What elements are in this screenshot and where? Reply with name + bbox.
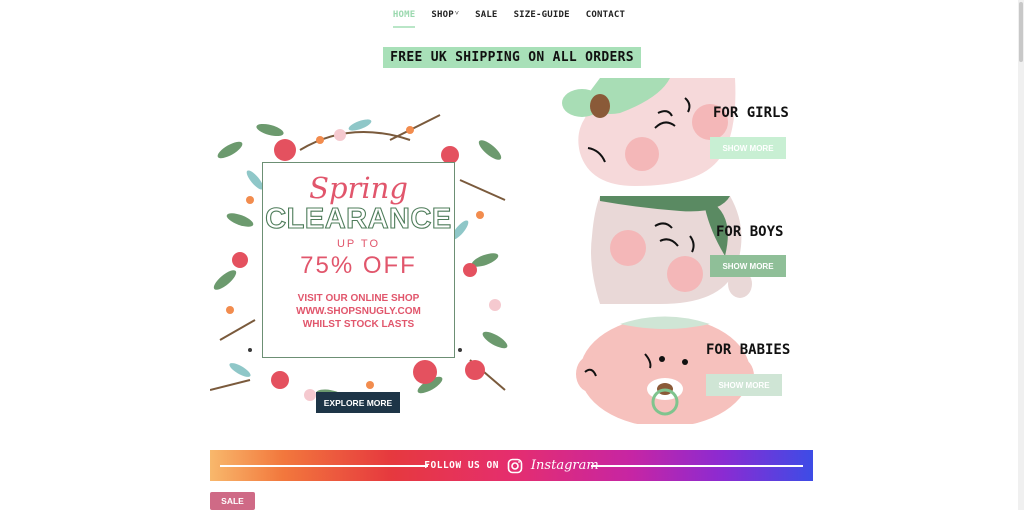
babies-show-more-button[interactable]: SHOW MORE xyxy=(706,374,782,396)
category-boys[interactable]: FOR BOYS SHOW MORE xyxy=(560,196,800,306)
shipping-banner: FREE UK SHIPPING ON ALL ORDERS xyxy=(383,47,641,68)
category-boys-title: FOR BOYS xyxy=(716,224,784,240)
instagram-wordmark: Instagram xyxy=(530,458,599,473)
divider-line xyxy=(220,465,428,467)
nav-item-sale[interactable]: SALE xyxy=(475,10,497,28)
boys-show-more-button[interactable]: SHOW MORE xyxy=(710,255,786,277)
boy-face-illustration xyxy=(591,196,752,304)
nav-item-size-guide[interactable]: SIZE-GUIDE xyxy=(514,10,570,28)
girls-show-more-button[interactable]: SHOW MORE xyxy=(710,137,786,159)
main-nav: HOME SHOP˅ SALE SIZE-GUIDE CONTACT xyxy=(0,9,1018,28)
baby-face-illustration xyxy=(576,316,754,424)
scrollbar[interactable] xyxy=(1018,0,1024,510)
instagram-cta: FOLLOW US ON Instagram xyxy=(424,458,598,474)
promo-discount: 75% OFF xyxy=(300,252,417,279)
nav-item-shop-label: SHOP xyxy=(431,10,454,20)
nav-item-shop[interactable]: SHOP˅ xyxy=(431,9,460,28)
scrollbar-thumb[interactable] xyxy=(1019,2,1023,62)
category-girls[interactable]: FOR GIRLS SHOW MORE xyxy=(560,78,800,188)
shipping-text: FREE UK SHIPPING ON ALL ORDERS xyxy=(390,50,634,65)
promo-clearance-heading: CLEARANCE xyxy=(265,202,452,235)
explore-more-button[interactable]: EXPLORE MORE xyxy=(316,392,400,413)
promo-visit-line: VISIT OUR ONLINE SHOP xyxy=(297,293,420,304)
instagram-banner[interactable]: FOLLOW US ON Instagram xyxy=(210,450,813,481)
category-babies-title: FOR BABIES xyxy=(706,342,791,358)
promo-visit-line: WWW.SHOPSNUGLY.COM xyxy=(296,306,421,317)
category-babies[interactable]: FOR BABIES SHOW MORE xyxy=(560,314,800,424)
chevron-down-icon: ˅ xyxy=(454,9,460,17)
promo-card: Spring CLEARANCE UP TO 75% OFF VISIT OUR… xyxy=(262,162,455,358)
nav-item-contact[interactable]: CONTACT xyxy=(586,10,625,28)
sale-badge: SALE xyxy=(210,492,255,510)
spring-clearance-promo[interactable]: Spring CLEARANCE UP TO 75% OFF VISIT OUR… xyxy=(210,110,510,410)
instagram-icon xyxy=(507,458,523,473)
divider-line xyxy=(591,465,803,467)
promo-visit-line: WHILST STOCK LASTS xyxy=(302,319,415,330)
follow-us-text: FOLLOW US ON xyxy=(424,460,499,471)
promo-spring-heading: Spring xyxy=(309,171,408,205)
promo-visit-text: VISIT OUR ONLINE SHOP WWW.SHOPSNUGLY.COM… xyxy=(263,292,454,331)
nav-item-home[interactable]: HOME xyxy=(392,10,416,28)
girl-face-illustration xyxy=(562,78,736,186)
promo-up-to: UP TO xyxy=(336,238,381,250)
category-girls-title: FOR GIRLS xyxy=(713,105,789,121)
